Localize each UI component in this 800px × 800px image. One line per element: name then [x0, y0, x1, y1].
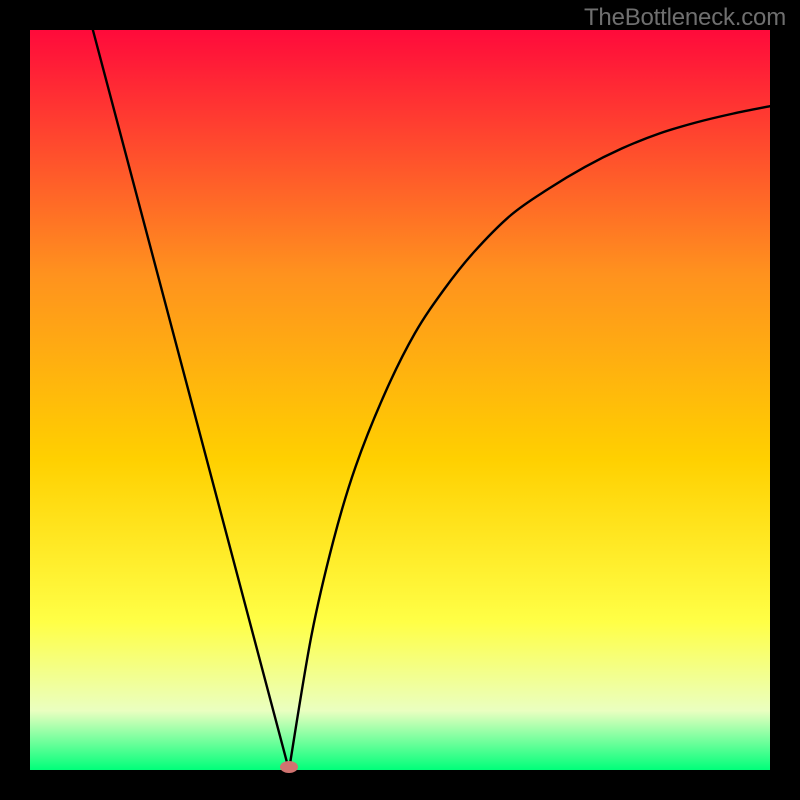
optimum-marker [280, 761, 298, 773]
bottleneck-chart [0, 0, 800, 800]
attribution-text: TheBottleneck.com [584, 4, 786, 32]
plot-background [30, 30, 770, 770]
chart-container: { "attribution": "TheBottleneck.com", "c… [0, 0, 800, 800]
